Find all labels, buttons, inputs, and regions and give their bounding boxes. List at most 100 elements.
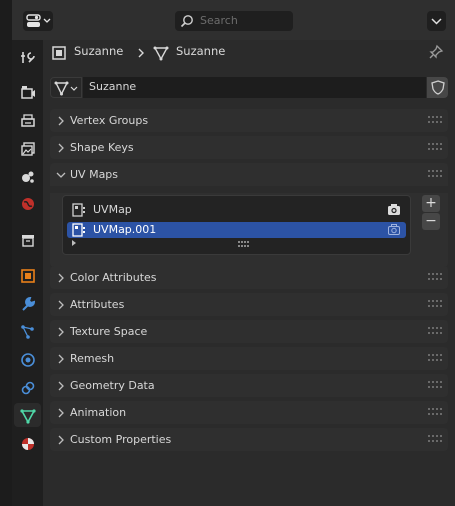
collection-icon [22, 235, 34, 247]
tab-collection[interactable] [14, 227, 41, 251]
search-icon [180, 15, 193, 28]
camera-off-icon[interactable] [387, 223, 401, 236]
panel-color-attributes[interactable]: Color Attributes [50, 266, 448, 289]
chevron-right-icon [58, 381, 64, 391]
chevron-right-icon [58, 408, 64, 418]
list-item[interactable]: UVMap [67, 202, 406, 218]
panel-texture-space[interactable]: Texture Space [50, 320, 448, 343]
drag-handle-icon[interactable] [428, 143, 442, 151]
drag-handle-icon[interactable] [428, 273, 442, 281]
remove-uv-map-button[interactable]: − [422, 213, 440, 230]
uv-map-name: UVMap [93, 203, 132, 216]
pin-icon[interactable] [428, 44, 444, 60]
world-icon [22, 198, 34, 210]
filter-options-triangle-icon[interactable] [70, 239, 78, 247]
tab-constraints[interactable] [14, 375, 41, 399]
window-edge [0, 0, 12, 506]
panel-title: Remesh [70, 352, 115, 365]
drag-handle-icon[interactable] [428, 116, 442, 124]
camera-icon[interactable] [387, 203, 401, 216]
panel-animation[interactable]: Animation [50, 401, 448, 424]
mesh-datablock-selector: Suzanne [50, 77, 448, 98]
panel-title: Texture Space [70, 325, 148, 338]
panel-title: Shape Keys [70, 141, 134, 154]
panel-shape-keys[interactable]: Shape Keys [50, 136, 448, 159]
drag-handle-icon[interactable] [428, 435, 442, 443]
uv-maps-body: UVMap UVMap.001 + − [50, 193, 448, 267]
tab-render[interactable] [14, 79, 41, 103]
chevron-right-icon [58, 273, 64, 283]
options-dropdown[interactable] [427, 11, 446, 31]
panel-title: Custom Properties [70, 433, 172, 446]
chevron-right-icon [58, 116, 64, 126]
constraints-icon [21, 381, 35, 395]
scene-icon [22, 171, 34, 183]
tab-object[interactable] [14, 263, 41, 287]
mesh-name-field[interactable]: Suzanne [83, 77, 426, 98]
tab-output[interactable] [14, 108, 41, 132]
chevron-right-icon [58, 300, 64, 310]
drag-handle-icon[interactable] [428, 300, 442, 308]
panel-title: Color Attributes [70, 271, 157, 284]
properties-tabs [12, 40, 43, 506]
drag-handle-icon[interactable] [428, 170, 442, 178]
drag-handle-icon[interactable] [428, 381, 442, 389]
tab-physics[interactable] [14, 347, 41, 371]
material-icon [22, 438, 34, 450]
chevron-down-icon [56, 172, 66, 178]
tab-view-layer[interactable] [14, 136, 41, 160]
chevron-right-icon [138, 48, 144, 58]
properties-editor: Search Suzanne Suzanne Suzanne Vertex Gr… [12, 0, 455, 506]
shield-icon [431, 80, 445, 95]
physics-icon [21, 353, 35, 367]
editor-header: Search [12, 0, 455, 40]
panel-attributes[interactable]: Attributes [50, 293, 448, 316]
drag-handle-icon[interactable] [428, 327, 442, 335]
tab-scene[interactable] [14, 164, 41, 188]
tab-data[interactable] [14, 403, 41, 427]
drag-handle-icon[interactable] [428, 408, 442, 416]
tab-tool[interactable] [14, 44, 41, 68]
breadcrumb-object-name: Suzanne [74, 44, 124, 58]
uv-map-list: UVMap UVMap.001 [62, 195, 411, 255]
browse-mesh-button[interactable] [50, 77, 82, 98]
properties-editor-icon [26, 14, 51, 27]
drag-handle-icon[interactable] [428, 354, 442, 362]
mesh-name-value: Suzanne [89, 80, 137, 93]
tab-particles[interactable] [14, 319, 41, 343]
mesh-data-icon [54, 81, 78, 96]
breadcrumb-data-name: Suzanne [176, 44, 226, 58]
list-resize-handle-icon[interactable] [238, 241, 250, 247]
chevron-down-icon [431, 18, 442, 25]
object-icon [52, 46, 66, 60]
tab-modifiers[interactable] [14, 291, 41, 315]
chevron-right-icon [58, 354, 64, 364]
add-uv-map-button[interactable]: + [422, 195, 440, 212]
particles-icon [21, 325, 34, 339]
search-input[interactable]: Search [175, 11, 293, 31]
object-icon [21, 269, 35, 283]
panel-title: UV Maps [70, 168, 119, 181]
panel-title: Vertex Groups [70, 114, 149, 127]
wrench-icon [22, 296, 36, 311]
mesh-data-icon [153, 46, 169, 61]
uv-map-name: UVMap.001 [93, 223, 157, 236]
panel-uv-maps[interactable]: UV Maps [50, 163, 448, 186]
uv-map-icon [72, 203, 85, 217]
fake-user-button[interactable] [427, 77, 448, 98]
chevron-right-icon [58, 435, 64, 445]
tool-icon [21, 52, 35, 63]
panel-title: Geometry Data [70, 379, 155, 392]
render-icon [21, 86, 35, 99]
list-item[interactable]: UVMap.001 [67, 222, 406, 238]
panel-title: Attributes [70, 298, 125, 311]
output-icon [21, 114, 35, 127]
panel-vertex-groups[interactable]: Vertex Groups [50, 109, 448, 132]
tab-material[interactable] [14, 431, 41, 455]
panel-custom-properties[interactable]: Custom Properties [50, 428, 448, 451]
tab-world[interactable] [14, 191, 41, 215]
panel-remesh[interactable]: Remesh [50, 347, 448, 370]
panel-geometry-data[interactable]: Geometry Data [50, 374, 448, 397]
editor-type-button[interactable] [23, 11, 53, 31]
chevron-right-icon [58, 143, 64, 153]
